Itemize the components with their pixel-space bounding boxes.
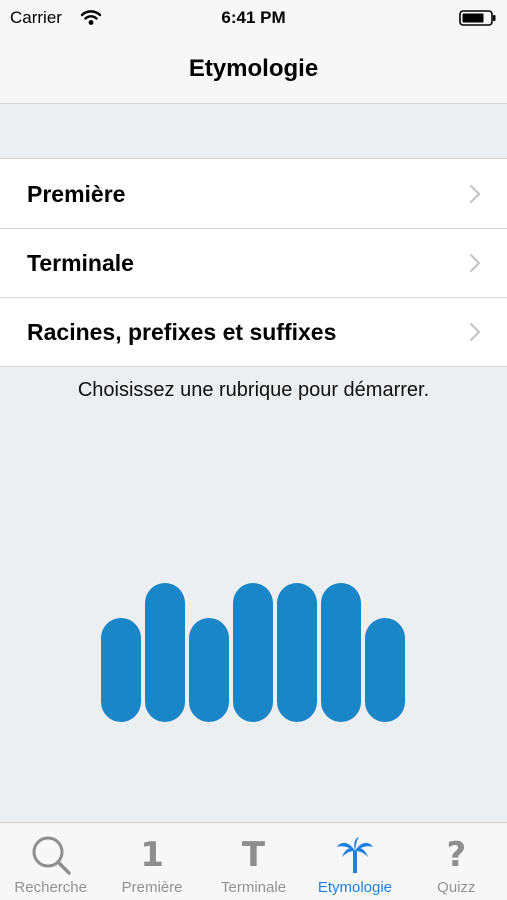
list-item-label: Terminale [27,249,134,276]
chevron-right-icon [469,253,481,272]
list-item-label: Première [27,180,126,207]
tab-premiere[interactable]: 1 Première [101,823,202,900]
tab-quizz[interactable]: ? Quizz [406,823,507,900]
tab-terminale[interactable]: T Terminale [203,823,304,900]
search-icon [29,833,73,877]
tab-glyph: ? [446,835,467,875]
list-item-terminale[interactable]: Terminale [0,228,507,297]
palm-tree-icon [333,833,377,877]
tab-label: Recherche [14,879,87,896]
tab-label: Quizz [437,879,476,896]
tab-label: Terminale [221,879,287,896]
tab-label: Etymologie [317,879,393,896]
app-screen: Carrier 6:41 PM Etymologie Première Term… [0,0,507,900]
tab-glyph: T [241,835,266,875]
tab-label: Première [121,879,183,896]
list-item-label: Racines, prefixes et suffixes [27,318,337,345]
instruction-text: Choisissez une rubrique pour démarrer. [77,379,430,401]
list-item-premiere[interactable]: Première [0,159,507,228]
tab-glyph: 1 [140,835,164,875]
tab-recherche[interactable]: Recherche [0,823,101,900]
top-bar: Carrier 6:41 PM Etymologie [0,0,507,104]
battery-icon [459,10,496,26]
app-logo [101,583,405,722]
chevron-right-icon [469,184,481,203]
rubric-list: Première Terminale Racines, prefixes et … [0,158,507,367]
tab-etymologie[interactable]: Etymologie [304,823,405,900]
letter-t-icon: T [232,833,276,877]
page-title: Etymologie [188,55,319,82]
tab-bar: Recherche 1 Première T Terminale Etymolo… [0,822,507,900]
question-mark-icon: ? [434,833,478,877]
status-time: 6:41 PM [221,8,286,27]
list-item-racines[interactable]: Racines, prefixes et suffixes [0,297,507,366]
digit-one-icon: 1 [130,833,174,877]
chevron-right-icon [469,322,481,341]
